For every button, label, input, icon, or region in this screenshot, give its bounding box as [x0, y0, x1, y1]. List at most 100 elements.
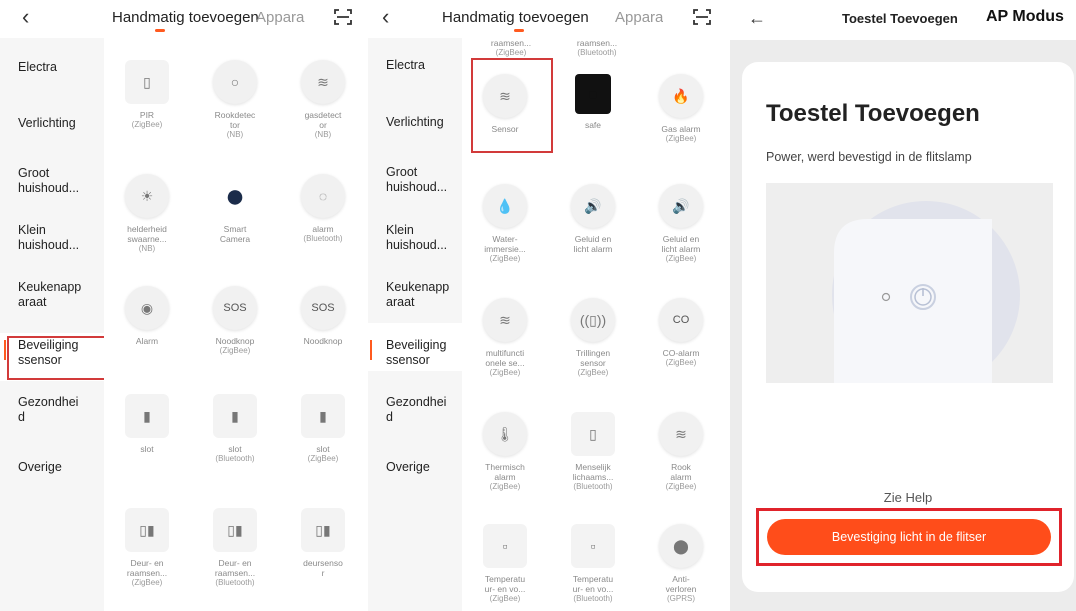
device-tile[interactable]: ▯▮ Deur- en raamsen... (ZigBee) [104, 508, 190, 588]
device-protocol: (ZigBee) [131, 578, 163, 587]
device-tile[interactable]: ≋ multifuncti onele se... (ZigBee) [462, 298, 548, 378]
help-link[interactable]: Zie Help [742, 490, 1074, 505]
device-tile[interactable]: SOS Noodknop [280, 286, 366, 346]
sidebar-item-overige[interactable]: Overige [368, 460, 472, 475]
device-name: Gas alarm [661, 124, 701, 134]
device-tile[interactable]: ◉ Alarm [104, 286, 190, 346]
gas-alarm-icon: 🔥 [659, 74, 703, 118]
tab-auto-scan[interactable]: Appara [256, 9, 306, 26]
tab-auto-scan[interactable]: Appara [615, 9, 663, 26]
device-tile[interactable]: ▯ Menselijk lichaams... (Bluetooth) [550, 412, 636, 492]
device-grid: ▯ PIR (ZigBee) ○ Rookdetec tor (NB) ≋ gasdetect… [104, 38, 368, 611]
device-tile[interactable]: 🔊 Geluid en licht alarm (ZigBee) [638, 184, 724, 264]
device-tile[interactable]: 💧 Water- immersie... (ZigBee) [462, 184, 548, 264]
device-protocol: (ZigBee) [665, 482, 697, 491]
device-name: Deur- en raamsen... [214, 558, 256, 578]
sidebar-item-verlichting[interactable]: Verlichting [0, 116, 104, 131]
sidebar-item-keukenapparaat[interactable]: Keukenapp araat [0, 280, 104, 310]
device-tile[interactable]: ≋ gasdetect or (NB) [280, 60, 366, 140]
scan-icon[interactable] [692, 7, 712, 27]
brightness-sensor-icon: ☀ [125, 174, 169, 218]
device-name: Rookdetec tor [214, 110, 256, 130]
device-tile[interactable]: ▯▮ Deur- en raamsen... (Bluetooth) [192, 508, 278, 588]
device-tile[interactable]: ≋ Rook alarm (ZigBee) [638, 412, 724, 492]
sidebar-item-beveiligingssensor[interactable]: Beveiliging ssensor [368, 338, 472, 368]
sidebar-item-klein-huishoud[interactable]: Klein huishoud... [368, 223, 472, 253]
device-tile[interactable]: ▮ slot (Bluetooth) [192, 394, 278, 464]
device-tile[interactable]: SOS Noodknop (ZigBee) [192, 286, 278, 356]
back-arrow-icon[interactable]: ← [748, 8, 766, 29]
device-tile[interactable]: ☀ helderheid swaarne... (NB) [104, 174, 190, 254]
device-protocol: (NB) [226, 130, 244, 139]
back-icon[interactable]: ‹ [382, 6, 389, 28]
sidebar-item-groot-huishoud[interactable]: Groot huishoud... [0, 166, 104, 196]
device-protocol: (ZigBee) [665, 134, 697, 143]
device-tile[interactable]: ▯▮ deursenso r [280, 508, 366, 578]
device-partial[interactable]: raamsen... (Bluetooth) [554, 32, 640, 58]
device-tile[interactable]: 🔊 Geluid en licht alarm [550, 184, 636, 254]
device-tile[interactable]: ● Smart Camera [192, 174, 278, 245]
device-tile[interactable]: ⬤ Anti- verloren (GPRS) [638, 524, 724, 604]
device-tile[interactable]: ■ safe [550, 74, 636, 130]
device-tile[interactable]: ((▯)) Trillingen sensor (ZigBee) [550, 298, 636, 378]
device-tile[interactable]: 🔥 Gas alarm (ZigBee) [638, 74, 724, 144]
device-protocol: (GPRS) [667, 594, 695, 603]
sidebar-item-klein-huishoud[interactable]: Klein huishoud... [0, 223, 104, 253]
scan-icon[interactable] [333, 7, 353, 27]
tab-manual-add[interactable]: Handmatig toevoegen [112, 9, 259, 26]
temperature-sensor-icon: ▫ [483, 524, 527, 568]
device-name: helderheid swaarne... [127, 224, 167, 244]
device-tile[interactable]: 🌡 Thermisch alarm (ZigBee) [462, 412, 548, 492]
back-icon[interactable]: ‹ [22, 6, 29, 28]
sidebar-item-electra[interactable]: Electra [0, 60, 104, 75]
door-lock-icon: ▮ [213, 394, 257, 438]
device-protocol: (ZigBee) [495, 48, 527, 57]
sidebar-item-gezondheid[interactable]: Gezondhei d [368, 395, 472, 425]
add-device-panel-1: ‹ Handmatig toevoegen Appara Electra Ver… [0, 0, 368, 611]
device-name: Thermisch alarm [485, 462, 525, 482]
device-name: Geluid en licht alarm [573, 234, 613, 254]
device-tile[interactable]: ▫ Temperatu ur- en vo... (ZigBee) [462, 524, 548, 604]
device-name: Anti- verloren [665, 574, 697, 594]
sidebar-item-verlichting[interactable]: Verlichting [368, 115, 472, 130]
device-name: Noodknop [303, 336, 343, 346]
device-protocol: (ZigBee) [489, 368, 521, 377]
tab-manual-add[interactable]: Handmatig toevoegen [442, 9, 589, 26]
add-device-panel-2: ‹ Handmatig toevoegen Appara Electra Ver… [368, 0, 730, 611]
device-protocol: (Bluetooth) [303, 234, 343, 243]
device-name: Trillingen sensor [575, 348, 611, 368]
device-protocol: (ZigBee) [665, 254, 697, 263]
tab-active-indicator [155, 29, 165, 32]
device-name: multifuncti onele se... [485, 348, 525, 368]
device-name: gasdetect or [304, 110, 342, 130]
device-name: Smart Camera [219, 224, 251, 244]
alarm-icon: ◉ [125, 286, 169, 330]
door-lock-icon: ▮ [125, 394, 169, 438]
add-device-ap-mode-panel: ← Toestel Toevoegen AP Modus Toestel Toe… [730, 0, 1076, 611]
location-pin-icon: ⬤ [659, 524, 703, 568]
sidebar-item-gezondheid[interactable]: Gezondhei d [0, 395, 104, 425]
card-title: Toestel Toevoegen [766, 100, 980, 127]
device-tile[interactable]: ▫ Temperatu ur- en vo... (Bluetooth) [550, 524, 636, 604]
device-tile[interactable]: ○ Rookdetec tor (NB) [192, 60, 278, 140]
device-tile[interactable]: ◌ alarm (Bluetooth) [280, 174, 366, 244]
device-tile[interactable]: ▯ PIR (ZigBee) [104, 60, 190, 130]
device-protocol: (Bluetooth) [577, 48, 617, 57]
door-lock-icon: ▮ [301, 394, 345, 438]
ap-mode-toggle[interactable]: AP Modus [986, 8, 1064, 26]
device-tile[interactable]: ▮ slot [104, 394, 190, 454]
confirm-light-button[interactable]: Bevestiging licht in de flitser [767, 519, 1051, 555]
device-name: CO-alarm [662, 348, 700, 358]
sidebar-item-keukenapparaat[interactable]: Keukenapp araat [368, 280, 472, 310]
sidebar-item-groot-huishoud[interactable]: Groot huishoud... [368, 165, 472, 195]
device-partial[interactable]: raamsen... (ZigBee) [468, 32, 554, 58]
sidebar-item-overige[interactable]: Overige [0, 460, 104, 475]
device-tile[interactable]: ▮ slot (ZigBee) [280, 394, 366, 464]
device-name: slot [140, 444, 154, 454]
device-tile[interactable]: CO CO-alarm (ZigBee) [638, 298, 724, 368]
sos-button-icon: SOS [301, 286, 345, 330]
device-protocol: (ZigBee) [489, 482, 521, 491]
device-name: Rook alarm [670, 462, 692, 482]
sidebar-item-electra[interactable]: Electra [368, 58, 472, 73]
device-protocol: (NB) [314, 130, 332, 139]
